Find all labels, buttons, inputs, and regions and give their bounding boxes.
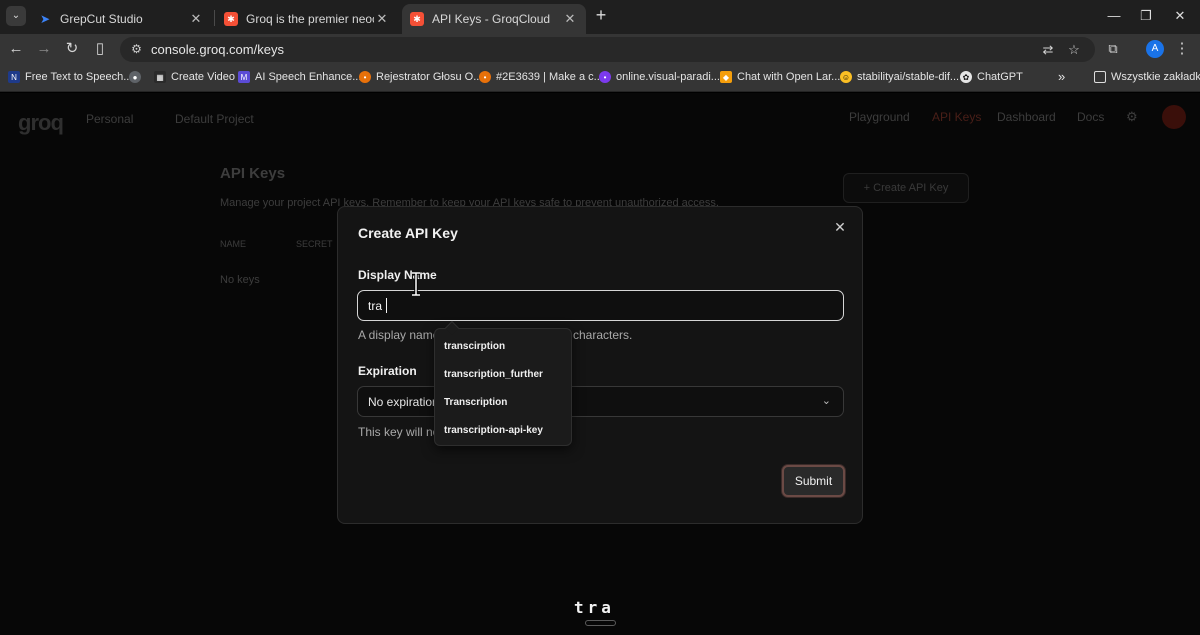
bookmark-chat[interactable]: ◆ Chat with Open Lar...: [720, 71, 840, 83]
bookmarks-overflow-icon[interactable]: »: [1058, 69, 1065, 84]
expiration-select[interactable]: No expiration ⌄: [357, 386, 844, 417]
translate-icon[interactable]: ⇄: [1040, 42, 1056, 58]
groq-logo: groq: [18, 110, 64, 135]
submit-button[interactable]: Submit: [782, 465, 845, 497]
chevron-down-icon: ⌄: [821, 395, 831, 407]
new-tab-button[interactable]: +: [592, 6, 610, 24]
autocomplete-dropdown: transcirption transcription_further Tran…: [434, 320, 572, 446]
bookmark-globe[interactable]: ●: [129, 71, 146, 83]
bookmark-visual-paradigm[interactable]: • online.visual-paradi...: [599, 71, 720, 83]
empty-state: No keys: [220, 274, 260, 286]
groq-icon: ✱: [224, 12, 238, 26]
url-text: console.groq.com/keys: [151, 42, 284, 57]
display-name-help-tail: characters.: [573, 328, 633, 342]
tab-groq-home[interactable]: ✱ Groq is the premier neocloud fo ✕: [216, 4, 398, 34]
enhance-icon: M: [238, 71, 250, 83]
recorder-icon: •: [359, 71, 371, 83]
site-info-icon[interactable]: ⚙: [129, 42, 144, 57]
tab-api-keys[interactable]: ✱ API Keys - GroqCloud ✕: [402, 4, 586, 34]
bookmark-palette[interactable]: • #2E3639 | Make a c...: [479, 71, 603, 83]
create-api-key-button[interactable]: + Create API Key: [843, 173, 969, 203]
chatgpt-icon: ✿: [960, 71, 972, 83]
text-caret: [386, 298, 387, 313]
huggingface-icon: ☺: [840, 71, 852, 83]
display-name-label: Display Name: [358, 268, 437, 282]
back-icon[interactable]: ←: [6, 39, 26, 59]
display-name-value: tra: [368, 299, 383, 313]
display-name-help: A display name: [358, 328, 440, 342]
close-tab-icon[interactable]: ✕: [562, 11, 578, 27]
bookmarks-bar: N Free Text to Speech... ● ▦ Create Vide…: [0, 64, 1200, 92]
nav-playground[interactable]: Playground: [849, 110, 910, 124]
extensions-icon[interactable]: ⧉: [1103, 39, 1123, 59]
bookmark-chatgpt[interactable]: ✿ ChatGPT: [960, 71, 1023, 83]
all-bookmarks[interactable]: Wszystkie zakładki: [1094, 71, 1200, 83]
forward-icon[interactable]: →: [34, 39, 54, 59]
tab-strip: ⌄ ➤ GrepCut Studio ✕ ✱ Groq is the premi…: [0, 0, 1200, 34]
nav-api-keys[interactable]: API Keys: [932, 110, 981, 124]
globe-icon: ●: [129, 71, 141, 83]
org-selector[interactable]: Personal: [86, 112, 133, 126]
project-selector[interactable]: Default Project: [175, 112, 254, 126]
bookmark-star-icon[interactable]: ☆: [1066, 42, 1082, 58]
autocomplete-item[interactable]: Transcription: [444, 397, 507, 408]
browser-toolbar: ← → ↻ ▯ ⚙ console.groq.com/keys ⇄ ☆ ⧉ ⋮: [0, 34, 1200, 64]
speechify-icon: N: [8, 71, 20, 83]
menu-icon[interactable]: ⋮: [1172, 39, 1192, 59]
tab-title: API Keys - GroqCloud: [432, 12, 551, 26]
close-window-icon[interactable]: ✕: [1168, 6, 1192, 26]
expiration-help: This key will no: [358, 425, 440, 439]
reload-icon[interactable]: ↻: [62, 39, 82, 59]
paradigm-icon: •: [599, 71, 611, 83]
address-bar[interactable]: ⚙ console.groq.com/keys ⇄ ☆: [120, 37, 1095, 62]
close-tab-icon[interactable]: ✕: [188, 11, 204, 27]
minimize-icon[interactable]: —: [1102, 6, 1126, 26]
groq-icon: ✱: [410, 12, 424, 26]
settings-icon[interactable]: ⚙: [1126, 109, 1138, 125]
autocomplete-item[interactable]: transcirption: [444, 341, 505, 352]
text-cursor-icon: [412, 272, 420, 296]
bookmark-create-video[interactable]: ▦ Create Video: [154, 71, 235, 83]
restore-icon[interactable]: ❐: [1134, 6, 1158, 26]
page-title: API Keys: [220, 165, 286, 182]
create-api-key-dialog: Create API Key ✕ Display Name tra A disp…: [337, 206, 863, 524]
autocomplete-item[interactable]: transcription-api-key: [444, 425, 543, 436]
palette-icon: •: [479, 71, 491, 83]
close-tab-icon[interactable]: ✕: [374, 11, 390, 27]
display-name-input[interactable]: tra: [357, 290, 844, 321]
profile-avatar[interactable]: A: [1146, 40, 1164, 58]
grepcut-icon: ➤: [39, 12, 51, 26]
close-icon[interactable]: ✕: [832, 219, 848, 235]
tab-title: GrepCut Studio: [60, 12, 143, 26]
tab-title: Groq is the premier neocloud fo: [246, 12, 374, 26]
split-view-icon[interactable]: ▯: [90, 39, 110, 59]
tab-grepcut[interactable]: ➤ GrepCut Studio ✕: [30, 4, 212, 34]
video-icon: ▦: [154, 71, 166, 83]
autocomplete-item[interactable]: transcription_further: [444, 369, 543, 380]
folder-icon: [1094, 71, 1106, 83]
dialog-title: Create API Key: [358, 225, 458, 241]
column-secret: SECRET: [296, 239, 333, 249]
bookmark-ai-speech[interactable]: M AI Speech Enhance...: [238, 71, 361, 83]
keystroke-caption: tra: [574, 598, 615, 617]
nav-docs[interactable]: Docs: [1077, 110, 1104, 124]
column-name: NAME: [220, 239, 247, 249]
expiration-label: Expiration: [358, 364, 417, 378]
bookmark-free-tts[interactable]: N Free Text to Speech...: [8, 71, 132, 83]
tab-divider: [214, 10, 215, 26]
chat-icon: ◆: [720, 71, 732, 83]
expiration-value: No expiration: [368, 395, 439, 409]
bookmark-stability[interactable]: ☺ stabilityai/stable-dif...: [840, 71, 959, 83]
tab-search-button[interactable]: ⌄: [6, 6, 26, 26]
user-avatar[interactable]: [1162, 105, 1186, 129]
nav-dashboard[interactable]: Dashboard: [997, 110, 1056, 124]
bookmark-recorder[interactable]: • Rejestrator Głosu O...: [359, 71, 482, 83]
caption-underline: [585, 620, 616, 626]
